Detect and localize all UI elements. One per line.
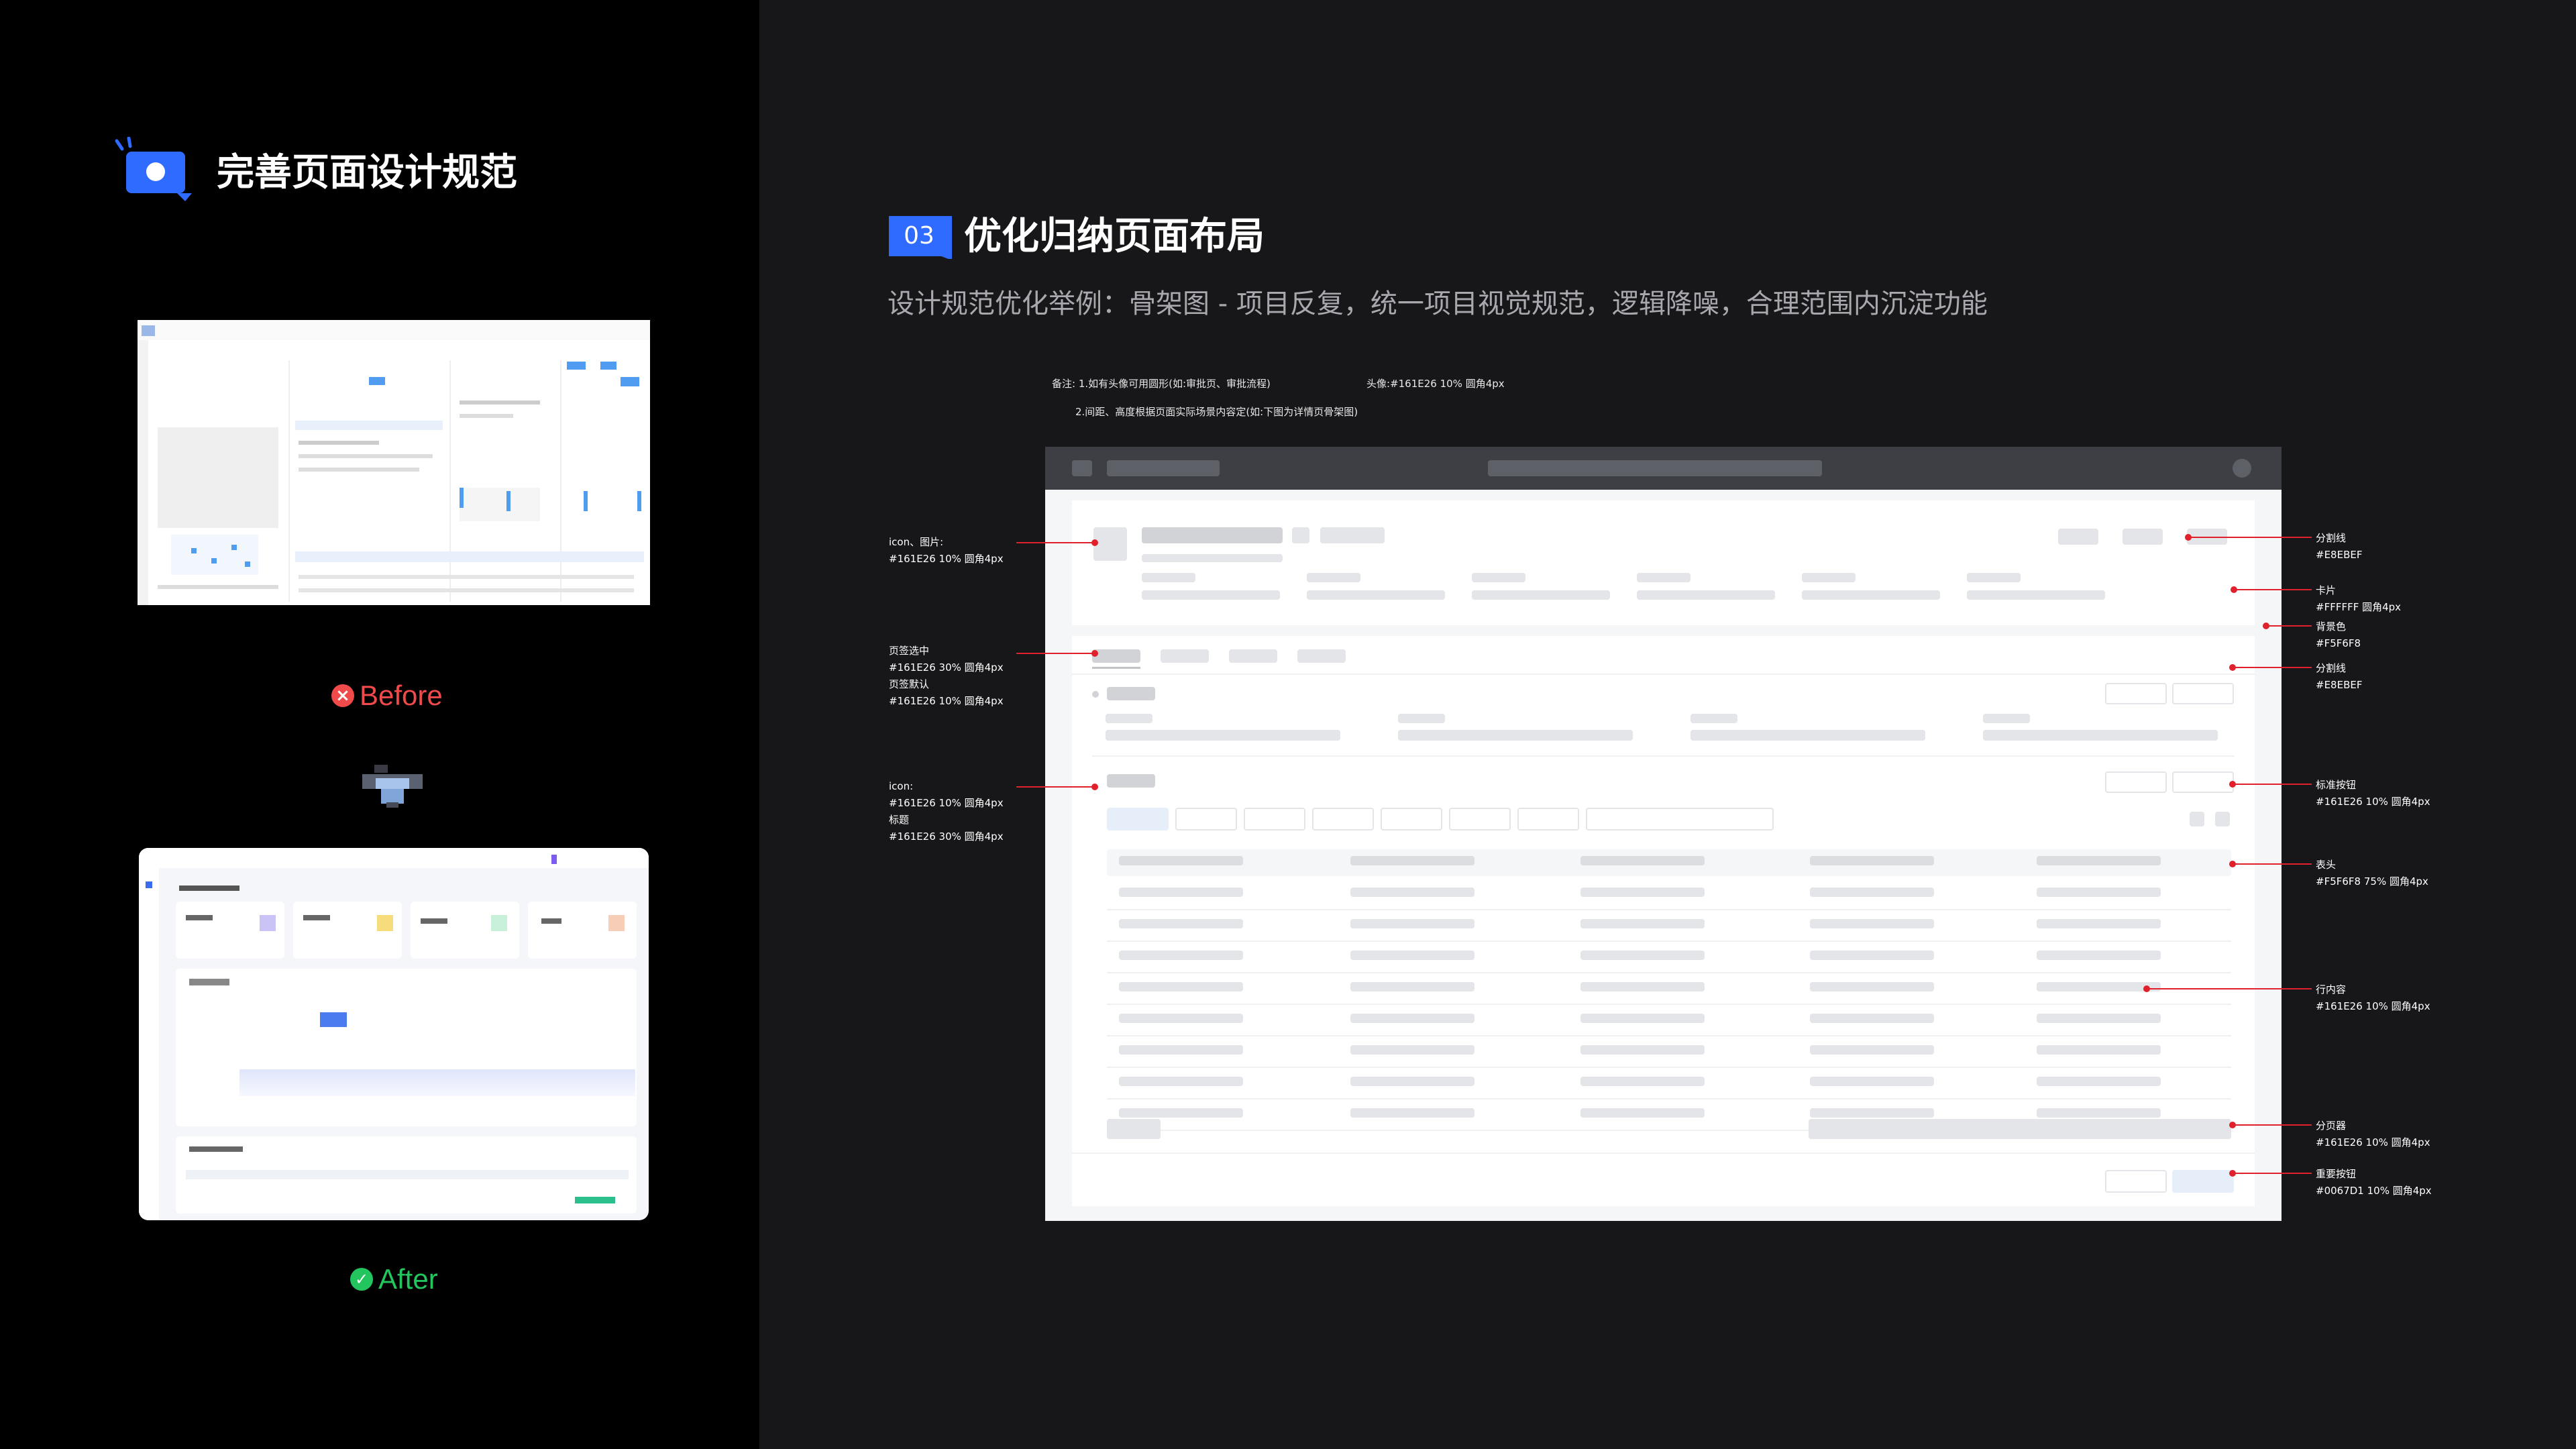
annotation-right-3: 分割线 #E8EBEF (2316, 662, 2363, 691)
annotation-right-4: 标准按钮 #161E26 10% 圆角4px (2316, 779, 2430, 808)
left-panel: 完善页面设计规范 × Before ✓ After (0, 0, 759, 1449)
header-card (1072, 500, 2255, 625)
after-badge: ✓ After (350, 1264, 438, 1295)
skeleton-topbar (1045, 447, 2282, 490)
annotation-left-0: icon、图片: #161E26 10% 圆角4px (889, 536, 1004, 565)
section-title: 优化归纳页面布局 (964, 215, 1265, 258)
annotation-right-1: 卡片 #FFFFFF 圆角4px (2316, 584, 2402, 613)
main-card (1072, 636, 2255, 1206)
annotation-dot (1091, 784, 1098, 790)
chat-bubble-icon (113, 136, 193, 204)
before-screenshot (138, 320, 650, 605)
close-circle-icon: × (331, 684, 354, 707)
note-line-1: 备注: 1.如有头像可用圆形(如:审批页、审批流程) (1052, 378, 1271, 390)
annotation-right-7: 分页器 #161E26 10% 圆角4px (2316, 1120, 2430, 1148)
before-badge: × Before (331, 680, 443, 711)
annotation-dot (2143, 985, 2150, 992)
annotation-right-6: 行内容 #161E26 10% 圆角4px (2316, 983, 2430, 1012)
annotation-dot (2229, 664, 2236, 671)
check-circle-icon: ✓ (350, 1268, 373, 1291)
annotation-dot (2263, 623, 2269, 629)
annotation-dot (2229, 1170, 2236, 1177)
note-line-2: 2.间距、高度根据页面实际场景内容定(如:下图为详情页骨架图) (1075, 406, 1358, 418)
annotation-dot (2229, 861, 2236, 867)
annotation-dot (1091, 650, 1098, 657)
after-screenshot (139, 848, 649, 1220)
before-label: Before (360, 680, 443, 711)
after-label: After (378, 1263, 438, 1295)
annotation-right-5: 表头 #F5F6F8 75% 圆角4px (2316, 859, 2428, 888)
annotation-right-2: 背景色 #F5F6F8 (2316, 621, 2361, 649)
annotation-left-2: icon: #161E26 10% 圆角4px 标题 #161E26 30% 圆… (889, 780, 1004, 843)
section-subtitle: 设计规范优化举例：骨架图 - 项目反复，统一项目视觉规范，逻辑降噪，合理范围内沉… (888, 288, 1988, 319)
annotation-dot (2185, 534, 2192, 541)
note-avatar: 头像:#161E26 10% 圆角4px (1366, 378, 1505, 390)
annotation-dot (2229, 1122, 2236, 1128)
annotation-dot (2231, 586, 2237, 593)
arrow-down-icon (362, 765, 423, 812)
annotation-right-8: 重要按钮 #0067D1 10% 圆角4px (2316, 1168, 2432, 1197)
annotation-dot (2229, 781, 2236, 788)
annotation-right-0: 分割线 #E8EBEF (2316, 532, 2363, 561)
page-title: 完善页面设计规范 (217, 151, 517, 195)
skeleton-wireframe (1045, 447, 2282, 1221)
section-number: 03 (904, 222, 934, 250)
annotation-left-1: 页签选中 #161E26 30% 圆角4px 页签默认 #161E26 10% … (889, 645, 1004, 707)
section-number-badge: 03 (889, 216, 952, 260)
annotation-dot (1091, 539, 1098, 546)
